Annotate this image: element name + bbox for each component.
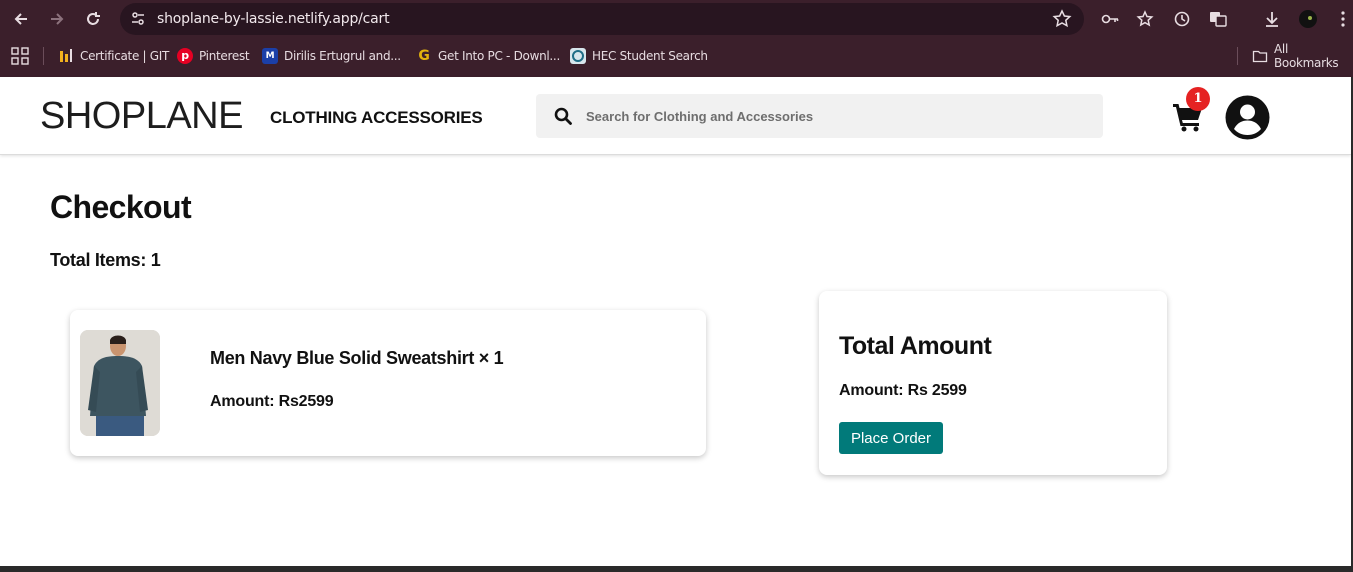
hec-logo-icon [570,48,586,64]
site-logo-icon: M [262,48,278,64]
password-key-icon[interactable] [1100,9,1120,29]
logo-rest: LANE [145,95,244,137]
place-order-button[interactable]: Place Order [839,422,943,454]
bookmarks-divider [1237,47,1238,65]
apps-grid-icon[interactable] [11,47,31,67]
chart-bars-icon [58,48,74,64]
cart-item-card: Men Navy Blue Solid Sweatshirt × 1 Amoun… [70,310,706,456]
bookmarks-divider [43,47,44,65]
g-logo-icon: G [418,48,430,64]
window-bottom-edge [0,566,1353,572]
bookmark-label: HEC Student Search [592,49,708,63]
product-amount: Amount: Rs2599 [210,393,334,410]
back-arrow-icon[interactable] [11,9,31,29]
reload-icon[interactable] [83,9,103,29]
all-bookmarks-label: All Bookmarks [1274,42,1339,70]
pinterest-icon: p [177,48,193,64]
folder-icon [1252,48,1268,64]
address-bar[interactable]: shoplane-by-lassie.netlify.app/cart [120,3,1084,35]
forward-arrow-icon[interactable] [47,9,67,29]
summary-title: Total Amount [839,332,992,360]
site-logo[interactable]: SHOPLANE [40,95,243,138]
search-icon[interactable] [554,107,572,125]
site-settings-icon[interactable] [130,11,146,27]
product-image[interactable] [80,330,160,436]
all-bookmarks-button[interactable]: All Bookmarks [1252,42,1353,70]
logo-bold: SHOP [40,95,146,137]
browser-menu-icon[interactable] [1333,9,1353,29]
star-list-icon[interactable] [1136,9,1156,29]
browser-toolbar: shoplane-by-lassie.netlify.app/cart [0,0,1353,38]
history-icon[interactable] [1172,9,1192,29]
nav-clothing[interactable]: CLOTHING [270,108,357,128]
search-bar [536,94,1103,138]
url-text[interactable]: shoplane-by-lassie.netlify.app/cart [157,11,390,27]
nav-accessories[interactable]: ACCESSORIES [361,108,483,128]
bookmark-item[interactable]: M Dirilis Ertugrul and... [262,46,401,66]
order-summary-card: Total Amount Amount: Rs 2599 Place Order [819,291,1167,475]
bookmark-item[interactable]: Certificate | GIT [58,46,169,66]
profile-avatar-icon[interactable] [1298,9,1318,29]
bookmark-item[interactable]: G Get Into PC - Downl... [416,46,560,66]
bookmark-item[interactable]: HEC Student Search [570,46,708,66]
translate-icon[interactable] [1208,9,1228,29]
site-header: SHOPLANE CLOTHING ACCESSORIES 1 [0,77,1351,155]
bookmark-label: Dirilis Ertugrul and... [284,49,401,63]
product-name: Men Navy Blue Solid Sweatshirt × 1 [210,348,504,368]
total-items-count: Total Items: 1 [50,250,161,270]
bookmark-item[interactable]: p Pinterest [177,46,250,66]
download-icon[interactable] [1262,9,1282,29]
bookmark-label: Get Into PC - Downl... [438,49,560,63]
bookmark-star-icon[interactable] [1052,9,1072,29]
user-avatar-icon[interactable] [1225,95,1270,140]
bookmark-label: Certificate | GIT [80,49,170,63]
cart-count-badge: 1 [1186,87,1210,111]
page-title: Checkout [50,189,192,225]
search-input[interactable] [586,94,1086,138]
bookmark-label: Pinterest [199,49,250,63]
summary-amount: Amount: Rs 2599 [839,382,967,399]
